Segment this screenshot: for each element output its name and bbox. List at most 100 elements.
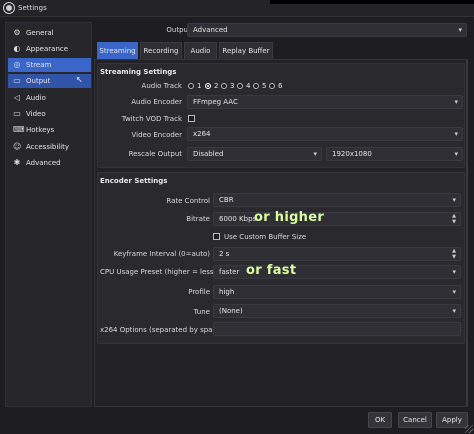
rescale-output-value: Disabled <box>193 150 224 158</box>
sidebar-item-audio[interactable]: ◁ Audio <box>8 91 91 105</box>
twitch-vod-track-checkbox[interactable] <box>188 115 195 122</box>
profile-value: high <box>219 288 235 296</box>
sidebar-item-label: Appearance <box>26 45 69 53</box>
x264-options-input[interactable] <box>213 322 461 336</box>
chevron-down-icon: ▾ <box>454 150 458 158</box>
audio-track-radio-2[interactable]: 2 <box>205 82 218 90</box>
cpu-preset-value: faster <box>219 268 240 276</box>
audio-track-radio-3[interactable]: 3 <box>221 82 234 90</box>
bitrate-spinbox[interactable]: 6000 Kbps ▲ ▼ <box>213 212 461 226</box>
gear-icon: ⚙ <box>13 28 21 37</box>
custom-buffer-checkbox[interactable] <box>213 233 220 240</box>
tab-replay-buffer[interactable]: Replay Buffer <box>219 42 273 59</box>
settings-sidebar: ⚙ General ◐ Appearance ◎ Stream ▭ Output… <box>5 22 92 407</box>
obs-logo-icon <box>4 3 14 13</box>
chevron-down-icon: ▾ <box>452 196 456 204</box>
sidebar-item-label: Accessibility <box>26 143 70 151</box>
audio-encoder-label: Audio Encoder <box>131 98 182 106</box>
audio-encoder-select[interactable]: FFmpeg AAC ▾ <box>187 95 463 109</box>
sidebar-item-video[interactable]: ▭ Video <box>8 107 91 121</box>
radio-indicator <box>237 83 243 89</box>
apply-button[interactable]: Apply <box>436 412 468 428</box>
radio-indicator <box>253 83 259 89</box>
x264-options-label: x264 Options (separated by space) <box>100 326 224 334</box>
bitrate-value: 6000 Kbps <box>219 215 257 223</box>
globe-icon: ◎ <box>13 60 21 69</box>
bitrate-annotation: or higher <box>254 210 325 225</box>
rescale-resolution-select[interactable]: 1920x1080 ▾ <box>326 147 463 161</box>
keyframe-interval-value: 2 s <box>219 250 230 258</box>
sidebar-item-label: Output <box>26 77 51 85</box>
mouse-cursor-icon: ↖ <box>76 75 83 84</box>
chevron-down-icon: ▾ <box>454 130 458 138</box>
tab-recording[interactable]: Recording <box>140 42 182 59</box>
title-bar: Settings <box>0 0 474 17</box>
video-encoder-select[interactable]: x264 ▾ <box>187 127 463 141</box>
audio-track-radio-6[interactable]: 6 <box>269 82 282 90</box>
profile-label: Profile <box>188 288 210 296</box>
chevron-down-icon: ▾ <box>452 288 456 296</box>
encoder-settings-title: Encoder Settings <box>100 177 168 185</box>
chevron-down-icon: ▾ <box>454 98 458 106</box>
sidebar-item-accessibility[interactable]: ☺ Accessibility <box>8 140 91 154</box>
output-mode-value: Advanced <box>193 26 228 34</box>
radio-indicator <box>269 83 275 89</box>
rescale-output-select[interactable]: Disabled ▾ <box>187 147 322 161</box>
title-bar-dark-strip <box>270 0 474 4</box>
window-title: Settings <box>18 4 47 12</box>
monitor-icon: ▭ <box>13 76 21 85</box>
rate-control-select[interactable]: CBR ▾ <box>213 193 461 207</box>
chevron-down-icon: ▾ <box>452 268 456 276</box>
audio-track-radio-4[interactable]: 4 <box>237 82 250 90</box>
sidebar-item-advanced[interactable]: ✱ Advanced <box>8 156 91 170</box>
tune-select[interactable]: (None) ▾ <box>213 304 461 318</box>
streaming-settings-title: Streaming Settings <box>100 68 177 76</box>
audio-track-radio-5[interactable]: 5 <box>253 82 266 90</box>
sidebar-item-label: Video <box>26 110 46 118</box>
video-encoder-label: Video Encoder <box>131 131 182 139</box>
bitrate-label: Bitrate <box>186 215 210 223</box>
sidebar-item-stream[interactable]: ◎ Stream <box>8 58 91 72</box>
radio-label: 2 <box>214 82 219 90</box>
settings-scrollbar[interactable] <box>466 60 468 406</box>
sidebar-item-label: Hotkeys <box>26 126 55 134</box>
sidebar-item-hotkeys[interactable]: ⌨ Hotkeys <box>8 123 91 137</box>
rate-control-label: Rate Control <box>166 197 210 205</box>
resize-grip-icon[interactable] <box>465 425 473 433</box>
sidebar-item-general[interactable]: ⚙ General <box>8 26 91 40</box>
radio-label: 3 <box>230 82 235 90</box>
palette-icon: ◐ <box>13 44 21 53</box>
radio-label: 6 <box>278 82 283 90</box>
chevron-down-icon: ▾ <box>458 26 462 34</box>
tab-streaming[interactable]: Streaming <box>97 42 138 59</box>
keyframe-interval-spinbox[interactable]: 2 s ▲ ▼ <box>213 247 461 261</box>
spin-arrows-icon: ▲ ▼ <box>452 248 456 260</box>
rescale-output-label: Rescale Output <box>128 150 182 158</box>
sidebar-item-label: Advanced <box>26 159 61 167</box>
radio-indicator <box>188 83 194 89</box>
rescale-resolution-value: 1920x1080 <box>332 150 372 158</box>
keyboard-icon: ⌨ <box>13 125 25 134</box>
output-mode-select[interactable]: Advanced ▾ <box>187 23 467 37</box>
speaker-icon: ◁ <box>13 93 21 102</box>
profile-select[interactable]: high ▾ <box>213 285 461 299</box>
video-icon: ▭ <box>13 109 21 118</box>
custom-buffer-label: Use Custom Buffer Size <box>224 233 307 241</box>
sidebar-item-appearance[interactable]: ◐ Appearance <box>8 42 91 56</box>
sidebar-item-label: General <box>26 29 54 37</box>
twitch-vod-track-label: Twitch VOD Track <box>121 115 182 123</box>
wrench-icon: ✱ <box>13 158 21 167</box>
radio-label: 4 <box>246 82 251 90</box>
audio-track-radio-1[interactable]: 1 <box>188 82 201 90</box>
radio-indicator <box>205 83 211 89</box>
ok-button[interactable]: OK <box>368 412 392 428</box>
accessibility-icon: ☺ <box>13 142 22 151</box>
cpu-preset-annotation: or fast <box>246 263 297 278</box>
keyframe-interval-label: Keyframe Interval (0=auto) <box>113 250 210 258</box>
sidebar-item-output[interactable]: ▭ Output ↖ <box>8 74 91 88</box>
tune-label: Tune <box>193 308 210 316</box>
cancel-button[interactable]: Cancel <box>398 412 432 428</box>
tab-audio[interactable]: Audio <box>184 42 217 59</box>
cpu-preset-label: CPU Usage Preset (higher = less CPU) <box>100 268 233 276</box>
radio-label: 5 <box>262 82 267 90</box>
